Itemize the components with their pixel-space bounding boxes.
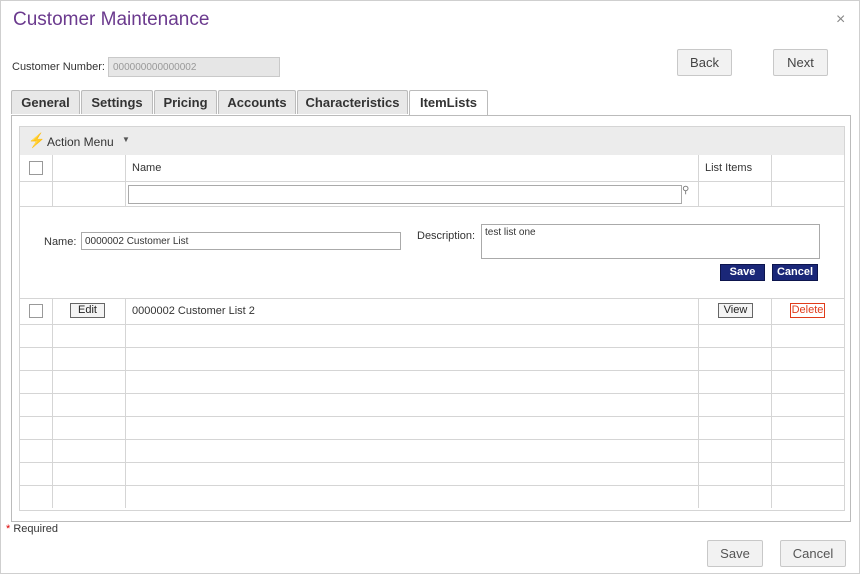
description-label: Description: [417, 230, 476, 242]
description-field[interactable]: test list one [481, 224, 820, 259]
customer-number-label: Customer Number: [12, 61, 105, 73]
chevron-down-icon[interactable]: ▼ [122, 135, 130, 144]
grid-divider [20, 181, 844, 182]
table-row [20, 485, 844, 486]
back-button[interactable]: Back [677, 49, 732, 76]
select-all-checkbox[interactable] [29, 161, 43, 175]
tab-settings[interactable]: Settings [81, 90, 153, 114]
tab-itemlists[interactable]: ItemLists [409, 90, 488, 116]
name-field[interactable] [81, 232, 401, 250]
tab-general[interactable]: General [11, 90, 80, 114]
grid-divider [20, 206, 844, 207]
tab-characteristics[interactable]: Characteristics [297, 90, 408, 114]
grid-divider [52, 298, 53, 508]
dialog-title: Customer Maintenance [13, 9, 210, 30]
itemlists-panel: ⚡ Action Menu ▼ Name List Items ⚲ Name: … [11, 115, 851, 522]
grid-divider [771, 155, 772, 206]
lightning-icon: ⚡ [28, 132, 46, 148]
table-row [20, 439, 844, 440]
footer-cancel-button[interactable]: Cancel [780, 540, 846, 567]
table-row [20, 462, 844, 463]
name-label: Name: [44, 236, 77, 248]
table-row [20, 347, 844, 348]
required-note: * Required [6, 523, 58, 535]
table-row [20, 393, 844, 394]
close-icon[interactable]: × [836, 11, 845, 29]
grid-divider [698, 298, 699, 508]
next-button[interactable]: Next [773, 49, 828, 76]
grid-divider [20, 298, 844, 299]
customer-number-field [108, 57, 280, 77]
grid-divider [52, 155, 53, 206]
row-checkbox[interactable] [29, 304, 43, 318]
grid-divider [125, 155, 126, 206]
grid-divider [125, 298, 126, 508]
action-menu-label[interactable]: Action Menu [47, 135, 114, 149]
grid-divider [771, 298, 772, 508]
column-header-name[interactable]: Name [132, 162, 161, 174]
column-header-list-items: List Items [705, 162, 753, 174]
tab-pricing[interactable]: Pricing [154, 90, 217, 114]
cancel-button[interactable]: Cancel [772, 264, 818, 281]
name-filter-input[interactable] [128, 185, 682, 204]
table-row [20, 416, 844, 417]
itemlists-grid-container: ⚡ Action Menu ▼ Name List Items ⚲ Name: … [19, 126, 845, 511]
grid-divider [698, 155, 699, 206]
filter-icon[interactable]: ⚲ [682, 185, 689, 196]
table-row [20, 370, 844, 371]
delete-button[interactable]: Delete [790, 303, 825, 318]
save-button[interactable]: Save [720, 264, 765, 281]
required-text: Required [10, 523, 58, 535]
action-menu-bar[interactable]: ⚡ Action Menu ▼ [20, 127, 844, 155]
table-row [20, 324, 844, 325]
customer-maintenance-dialog: Customer Maintenance × Customer Number: … [0, 0, 860, 574]
footer-save-button[interactable]: Save [707, 540, 763, 567]
edit-button[interactable]: Edit [70, 303, 105, 318]
tab-accounts[interactable]: Accounts [218, 90, 296, 114]
view-button[interactable]: View [718, 303, 753, 318]
row-name: 0000002 Customer List 2 [132, 305, 255, 317]
